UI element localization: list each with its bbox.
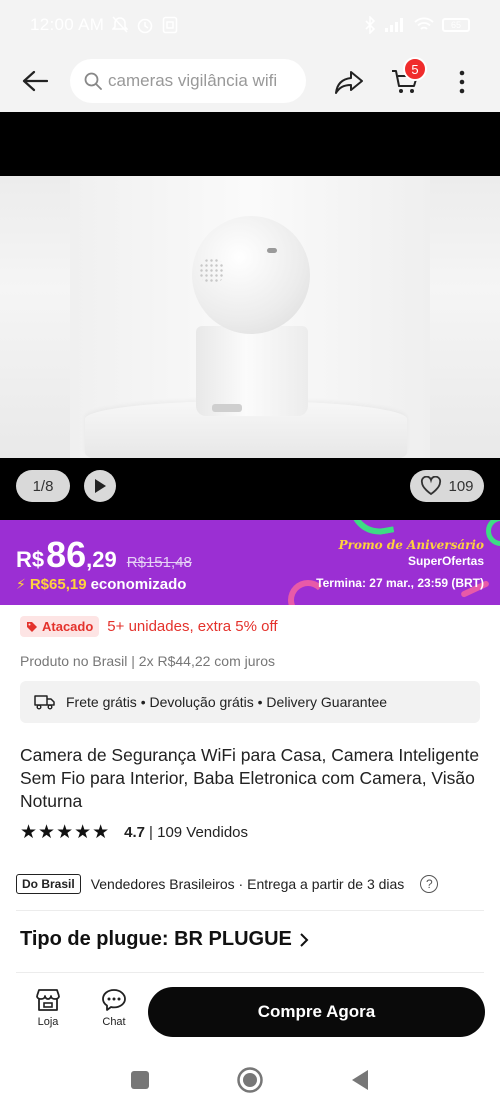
bluetooth-icon [365, 16, 376, 34]
chevron-right-icon [300, 932, 309, 947]
search-placeholder: cameras vigilância wifi [108, 71, 278, 90]
status-notification-icons [112, 16, 178, 34]
promo-title: Promo de Aniversário [338, 538, 484, 552]
do-brasil-badge: Do Brasil [16, 874, 81, 894]
camera-base-image [196, 326, 308, 416]
origin-installments: Produto no Brasil | 2x R$44,22 com juros [20, 653, 275, 669]
plug-type-label: Tipo de plugue: BR PLUGUE [20, 928, 292, 950]
share-button[interactable] [327, 60, 371, 104]
status-time: 12:00 AM [30, 15, 105, 34]
mute-bell-icon [112, 16, 129, 33]
cart-button[interactable]: 5 [383, 57, 427, 104]
product-title: Camera de Segurança WiFi para Casa, Came… [20, 745, 480, 811]
cart-count-badge: 5 [403, 57, 427, 81]
saved-label: economizado [90, 576, 187, 593]
buy-now-button[interactable]: Compre Agora [148, 987, 485, 1037]
status-bar: 12:00 AM 65 [0, 0, 500, 50]
top-navigation: cameras vigilância wifi 5 [0, 50, 500, 112]
screenshot-icon [162, 16, 178, 34]
heart-icon [421, 476, 442, 496]
system-back-button[interactable] [346, 1066, 374, 1094]
circle-icon [237, 1067, 263, 1093]
shipping-text: Frete grátis • Devolução grátis • Delive… [66, 694, 388, 710]
more-options-button[interactable] [442, 60, 482, 104]
savings: ⚡ R$65,19 economizado [16, 576, 186, 593]
price-banner: R$ 86 ,29 R$151,48 ⚡ R$65,19 economizado… [0, 520, 500, 605]
promo-subtitle: SuperOfertas [407, 554, 484, 568]
wishlist-button[interactable]: 109 [410, 470, 484, 502]
search-icon [84, 72, 102, 90]
rating-value: 4.7 [124, 824, 146, 841]
plug-type-selector[interactable]: Tipo de plugue: BR PLUGUE [20, 928, 310, 951]
gallery-pager: 1/8 [16, 470, 70, 502]
home-button[interactable] [236, 1066, 264, 1094]
wifi-icon [414, 17, 434, 30]
wishlist-count: 109 [448, 477, 474, 495]
shipping-info[interactable]: Frete grátis • Devolução grátis • Delive… [20, 681, 480, 723]
chat-label: Chat [102, 1016, 126, 1028]
product-gallery[interactable]: 1/8 109 [0, 112, 500, 520]
product-photo[interactable] [0, 176, 500, 458]
price-decimal: ,29 [86, 547, 117, 572]
wholesale-tag: Atacado [20, 616, 100, 637]
saved-amount: R$65,19 [29, 576, 87, 593]
divider [16, 972, 484, 973]
square-icon [131, 1071, 149, 1089]
rating[interactable]: ★★★★★ 4.7 | 109 Vendidos [20, 821, 248, 844]
play-icon [95, 479, 106, 493]
price-integer: 86 [46, 534, 87, 575]
lightning-icon: ⚡ [16, 576, 26, 592]
back-button[interactable] [0, 50, 70, 112]
store-label: Loja [37, 1016, 59, 1028]
chat-icon [102, 989, 126, 1011]
seller-origin-text: Vendedores Brasileiros · Entrega a parti… [90, 876, 405, 892]
recent-apps-button[interactable] [126, 1066, 154, 1094]
share-arrow-icon [335, 71, 363, 94]
system-navigation-bar [0, 1048, 500, 1111]
star-rating-icon: ★★★★★ [20, 822, 111, 843]
play-video-button[interactable] [84, 470, 116, 502]
help-icon[interactable]: ? [420, 875, 439, 893]
wholesale-text: 5+ unidades, extra 5% off [107, 618, 278, 635]
price: R$ 86 ,29 R$151,48 [16, 534, 192, 576]
status-system-icons: 65 [364, 16, 470, 34]
alarm-icon [137, 18, 153, 34]
battery-icon: 65 [442, 18, 470, 32]
chat-button[interactable]: Chat [89, 988, 139, 1028]
wholesale-offer[interactable]: Atacado 5+ unidades, extra 5% off [20, 616, 278, 637]
truck-icon [34, 695, 55, 710]
more-vertical-icon [459, 70, 465, 94]
store-button[interactable]: Loja [23, 988, 73, 1028]
store-icon [36, 989, 60, 1011]
tag-icon [27, 621, 37, 632]
sold-count: | 109 Vendidos [149, 824, 249, 841]
back-arrow-icon [22, 70, 48, 92]
price-currency: R$ [16, 547, 45, 572]
old-price: R$151,48 [126, 554, 192, 571]
divider [16, 910, 484, 911]
seller-origin[interactable]: Do Brasil Vendedores Brasileiros · Entre… [16, 874, 439, 894]
bottom-action-bar: Loja Chat Compre Agora [0, 980, 500, 1044]
search-input[interactable]: cameras vigilância wifi [70, 59, 306, 103]
triangle-back-icon [352, 1070, 368, 1090]
promo-end-time: Termina: 27 mar., 23:59 (BRT) [316, 576, 484, 590]
signal-icon [385, 18, 403, 32]
